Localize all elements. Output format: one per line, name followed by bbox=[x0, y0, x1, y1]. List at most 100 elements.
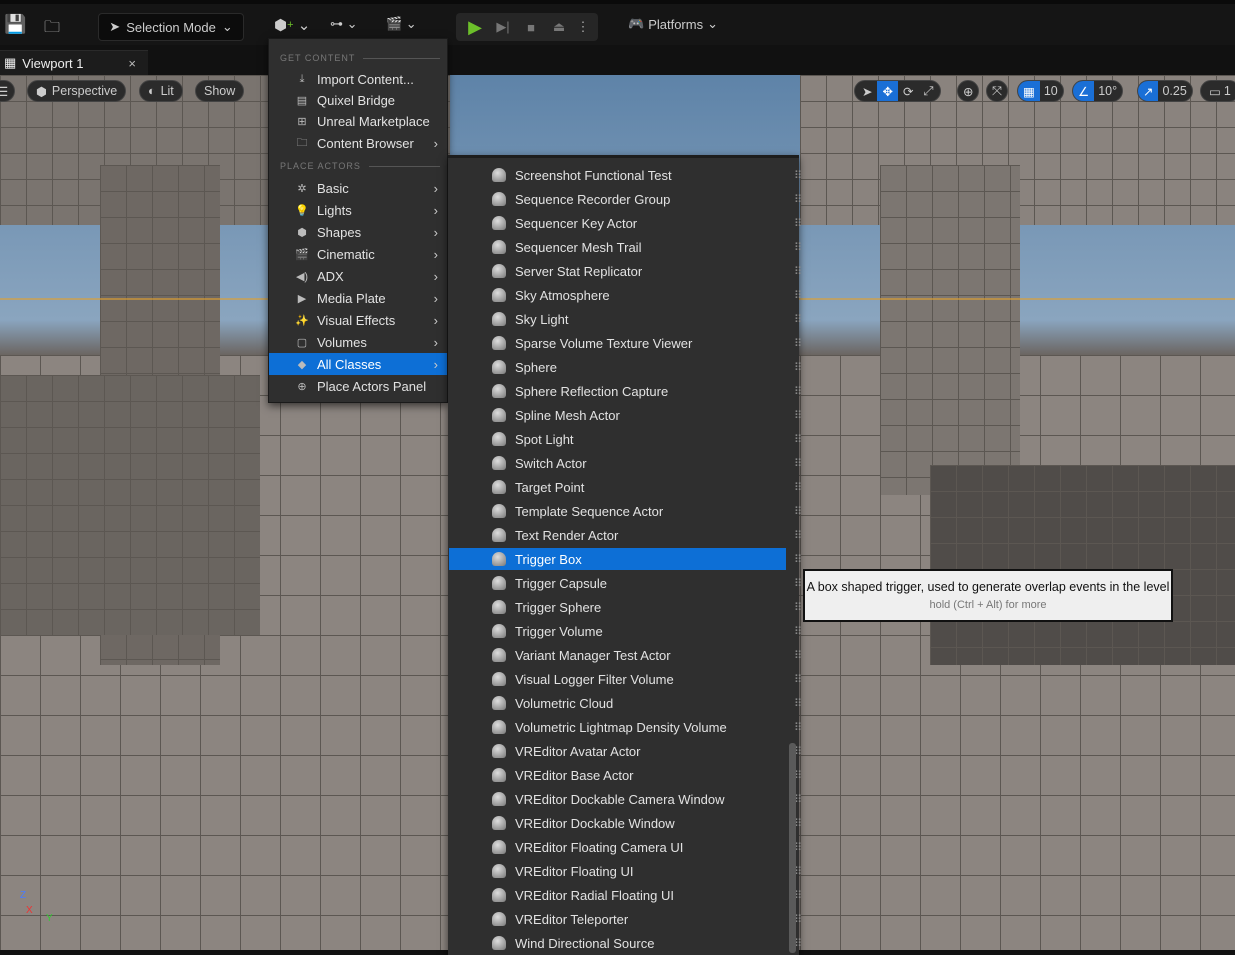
class-item[interactable]: Text Render Actor ⠿ bbox=[449, 524, 802, 546]
class-item[interactable]: Sphere Reflection Capture ⠿ bbox=[449, 380, 802, 402]
drag-handle-icon[interactable]: ⠿ bbox=[794, 265, 802, 278]
drag-handle-icon[interactable]: ⠿ bbox=[794, 577, 802, 590]
drag-handle-icon[interactable]: ⠿ bbox=[794, 457, 802, 470]
menu-item-lights[interactable]: 💡 Lights › bbox=[269, 199, 447, 221]
class-item[interactable]: Target Point ⠿ bbox=[449, 476, 802, 498]
drag-handle-icon[interactable]: ⠿ bbox=[794, 601, 802, 614]
save-icon[interactable]: 💾 bbox=[4, 14, 26, 35]
class-item[interactable]: Trigger Capsule ⠿ bbox=[449, 572, 802, 594]
menu-item-adx[interactable]: ◀) ADX › bbox=[269, 265, 447, 287]
menu-item-shapes[interactable]: ⬢ Shapes › bbox=[269, 221, 447, 243]
browse-icon[interactable]: 🗀 bbox=[44, 16, 60, 43]
drag-handle-icon[interactable]: ⠿ bbox=[794, 385, 802, 398]
step-icon[interactable]: ▶| bbox=[489, 19, 517, 35]
menu-item-marketplace[interactable]: ⊞ Unreal Marketplace bbox=[269, 110, 447, 132]
class-item[interactable]: Sequence Recorder Group ⠿ bbox=[449, 188, 802, 210]
class-item[interactable]: Sky Light ⠿ bbox=[449, 308, 802, 330]
menu-item-volumes[interactable]: ▢ Volumes › bbox=[269, 331, 447, 353]
drag-handle-icon[interactable]: ⠿ bbox=[794, 289, 802, 302]
menu-item-media-plate[interactable]: ▶ Media Plate › bbox=[269, 287, 447, 309]
class-item[interactable]: Visual Logger Filter Volume ⠿ bbox=[449, 668, 802, 690]
blueprint-button[interactable]: ⊶ ⌄ bbox=[330, 16, 358, 32]
menu-item-place-actors-panel[interactable]: ⊕ Place Actors Panel bbox=[269, 375, 447, 397]
class-item[interactable]: Spline Mesh Actor ⠿ bbox=[449, 404, 802, 426]
play-icon[interactable]: ▶ bbox=[461, 17, 489, 38]
tab-viewport-1[interactable]: ▦ Viewport 1 × bbox=[0, 50, 148, 75]
class-item[interactable]: Switch Actor ⠿ bbox=[449, 452, 802, 474]
rotate-icon[interactable]: ⟳ bbox=[898, 81, 918, 101]
eject-icon[interactable]: ⏏ bbox=[545, 19, 573, 35]
menu-item-quixel-bridge[interactable]: ▤ Quixel Bridge bbox=[269, 89, 447, 111]
selection-mode-dropdown[interactable]: ➤ Selection Mode ⌄ bbox=[98, 13, 244, 41]
class-item[interactable]: VREditor Dockable Window ⠿ bbox=[449, 812, 802, 834]
drag-handle-icon[interactable]: ⠿ bbox=[794, 721, 802, 734]
perspective-button[interactable]: ⬢ Perspective bbox=[27, 80, 127, 102]
class-item[interactable]: Trigger Box ⠿ bbox=[449, 548, 802, 570]
class-item[interactable]: Server Stat Replicator ⠿ bbox=[449, 260, 802, 282]
drag-handle-icon[interactable]: ⠿ bbox=[794, 361, 802, 374]
stop-icon[interactable]: ■ bbox=[517, 20, 545, 35]
select-icon[interactable]: ➤ bbox=[857, 81, 877, 101]
more-icon[interactable]: ⋮ bbox=[573, 19, 593, 35]
class-item[interactable]: Volumetric Cloud ⠿ bbox=[449, 692, 802, 714]
drag-handle-icon[interactable]: ⠿ bbox=[794, 529, 802, 542]
class-item[interactable]: Template Sequence Actor ⠿ bbox=[449, 500, 802, 522]
class-item[interactable]: Trigger Volume ⠿ bbox=[449, 620, 802, 642]
drag-handle-icon[interactable]: ⠿ bbox=[794, 241, 802, 254]
class-item[interactable]: Screenshot Functional Test ⠿ bbox=[449, 164, 802, 186]
media-plate-icon: ▶ bbox=[297, 292, 307, 305]
class-item[interactable]: VREditor Teleporter ⠿ bbox=[449, 908, 802, 930]
drag-handle-icon[interactable]: ⠿ bbox=[794, 433, 802, 446]
menu-item-cinematic[interactable]: 🎬 Cinematic › bbox=[269, 243, 447, 265]
menu-item-content-browser[interactable]: 🗀 Content Browser › bbox=[269, 132, 447, 154]
class-item[interactable]: Sphere ⠿ bbox=[449, 356, 802, 378]
pillar-right bbox=[880, 165, 1020, 495]
rotation-snap-button[interactable]: ∠ 10° bbox=[1072, 80, 1124, 102]
drag-handle-icon[interactable]: ⠿ bbox=[794, 481, 802, 494]
surface-snap-button[interactable]: ⤧ bbox=[986, 80, 1009, 102]
menu-item-import-content[interactable]: ⤓ Import Content... bbox=[269, 68, 447, 90]
translate-icon[interactable]: ✥ bbox=[877, 81, 898, 101]
class-item[interactable]: VREditor Radial Floating UI ⠿ bbox=[449, 884, 802, 906]
grid-snap-button[interactable]: ▦ 10 bbox=[1017, 80, 1064, 102]
class-item[interactable]: VREditor Floating UI ⠿ bbox=[449, 860, 802, 882]
menu-item-basic[interactable]: ✲ Basic › bbox=[269, 177, 447, 199]
camera-speed-button[interactable]: ▭ 1 bbox=[1200, 80, 1235, 102]
class-item[interactable]: VREditor Base Actor ⠿ bbox=[449, 764, 802, 786]
lit-button[interactable]: ◐ Lit bbox=[139, 80, 183, 102]
class-item[interactable]: Wind Directional Source ⠿ bbox=[449, 932, 802, 954]
drag-handle-icon[interactable]: ⠿ bbox=[794, 193, 802, 206]
drag-handle-icon[interactable]: ⠿ bbox=[794, 337, 802, 350]
drag-handle-icon[interactable]: ⠿ bbox=[794, 217, 802, 230]
menu-item-all-classes[interactable]: ◆ All Classes › bbox=[269, 353, 447, 375]
class-item[interactable]: Sparse Volume Texture Viewer ⠿ bbox=[449, 332, 802, 354]
drag-handle-icon[interactable]: ⠿ bbox=[794, 625, 802, 638]
drag-handle-icon[interactable]: ⠿ bbox=[794, 505, 802, 518]
class-item[interactable]: VREditor Floating Camera UI ⠿ bbox=[449, 836, 802, 858]
class-item[interactable]: Variant Manager Test Actor ⠿ bbox=[449, 644, 802, 666]
show-button[interactable]: Show bbox=[195, 80, 245, 102]
cinematics-button[interactable]: 🎬 ⌄ bbox=[386, 16, 417, 32]
menu-item-visual-effects[interactable]: ✨ Visual Effects › bbox=[269, 309, 447, 331]
drag-handle-icon[interactable]: ⠿ bbox=[794, 649, 802, 662]
class-item[interactable]: Sky Atmosphere ⠿ bbox=[449, 284, 802, 306]
scale-icon[interactable]: ⤢ bbox=[918, 81, 938, 101]
drag-handle-icon[interactable]: ⠿ bbox=[794, 697, 802, 710]
drag-handle-icon[interactable]: ⠿ bbox=[794, 313, 802, 326]
scale-snap-button[interactable]: ↗ 0.25 bbox=[1137, 80, 1193, 102]
drag-handle-icon[interactable]: ⠿ bbox=[794, 673, 802, 686]
drag-handle-icon[interactable]: ⠿ bbox=[794, 169, 802, 182]
class-item[interactable]: Spot Light ⠿ bbox=[449, 428, 802, 450]
close-icon[interactable]: × bbox=[128, 56, 136, 71]
platforms-button[interactable]: 🎮 Platforms ⌄ bbox=[628, 16, 718, 32]
class-item[interactable]: VREditor Avatar Actor ⠿ bbox=[449, 740, 802, 762]
class-item[interactable]: VREditor Dockable Camera Window ⠿ bbox=[449, 788, 802, 810]
drag-handle-icon[interactable]: ⠿ bbox=[794, 553, 802, 566]
class-item[interactable]: Volumetric Lightmap Density Volume ⠿ bbox=[449, 716, 802, 738]
drag-handle-icon[interactable]: ⠿ bbox=[794, 409, 802, 422]
add-actor-button[interactable]: ⬢ + ⌄ bbox=[274, 16, 310, 34]
class-item[interactable]: Sequencer Key Actor ⠿ bbox=[449, 212, 802, 234]
class-item[interactable]: Trigger Sphere ⠿ bbox=[449, 596, 802, 618]
scrollbar[interactable] bbox=[789, 743, 796, 953]
class-item[interactable]: Sequencer Mesh Trail ⠿ bbox=[449, 236, 802, 258]
